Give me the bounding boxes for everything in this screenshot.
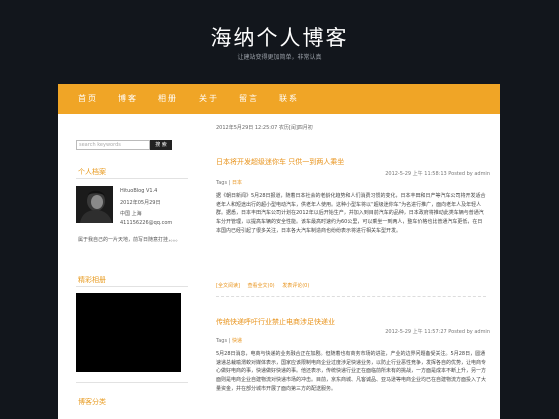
nav-item-guestbook[interactable]: 留言	[239, 84, 259, 114]
read-full-link[interactable]: [全文阅读]	[216, 283, 240, 289]
profile-location: 中国 上海	[120, 211, 142, 217]
tag-link[interactable]: 日本	[232, 180, 242, 186]
profile-blog-version: HituoBlog V1.4	[120, 188, 158, 194]
avatar	[76, 186, 113, 223]
profile-date: 2012年05月29日	[120, 200, 161, 206]
post-divider	[216, 296, 486, 297]
nav-item-blog[interactable]: 博客	[118, 84, 138, 114]
nav-item-album[interactable]: 相册	[158, 84, 178, 114]
post-title-link[interactable]: 传统快递呼吁行业禁止电商涉足快递业	[216, 317, 335, 327]
post-meta: 2012-5-29 上午 11:58:13 Posted by admin	[385, 171, 490, 177]
current-date-line: 2012年5月29日 12:25:07 农历[闰]四月初	[216, 125, 313, 131]
nav-item-contact[interactable]: 联系	[279, 84, 299, 114]
post-meta: 2012-5-29 上午 11:57:27 Posted by admin	[385, 329, 490, 335]
video-bottom-divider	[76, 382, 188, 383]
profile-photo-icon	[76, 186, 113, 223]
view-full-link[interactable]: 查看全文(0)	[248, 283, 275, 289]
post-title-link[interactable]: 日本将开发超级迷你车 只供一到两人乘坐	[216, 157, 344, 167]
categories-section-title: 博客分类	[78, 398, 106, 406]
post-excerpt: 5月28日消息，电商与快递的业务融合正在加剧。但随着也有商务市场的进驻，产业的边…	[216, 351, 486, 392]
search-input[interactable]: search keywords	[76, 140, 150, 150]
main-navigation: 首页 博客 相册 关于 留言 联系	[58, 84, 500, 114]
search-button[interactable]: 搜 索	[150, 140, 172, 150]
nav-item-about[interactable]: 关于	[199, 84, 219, 114]
profile-note: 属于我自己的一片天地，前写日随意打挂，。。。	[78, 237, 181, 243]
video-player[interactable]	[76, 293, 181, 372]
profile-section-title: 个人档案	[78, 168, 106, 176]
profile-divider	[76, 178, 188, 179]
video-section-title: 精彩相册	[78, 276, 106, 284]
tags-label: Tags |	[216, 180, 231, 186]
comment-link[interactable]: 发表评论(0)	[282, 283, 309, 289]
post-tags: Tags | 快递	[216, 337, 242, 344]
tags-label: Tags |	[216, 338, 231, 344]
site-tagline: 让建站变得更加简单，非常认真	[237, 54, 322, 61]
tag-link[interactable]: 快递	[232, 338, 242, 344]
post-tags: Tags | 日本	[216, 179, 242, 186]
post-actions: [全文阅读] 查看全文(0) 发表评论(0)	[216, 282, 315, 289]
profile-email: 411156226@qq.com	[120, 220, 173, 226]
nav-item-home[interactable]: 首页	[78, 84, 98, 114]
site-title: 海纳个人博客	[210, 26, 349, 50]
video-divider	[76, 286, 188, 287]
main-panel: search keywords 搜 索 个人档案 HituoBlog V1.4 …	[58, 114, 500, 419]
post-excerpt: 据《朝日新闻》5月28日报道，随着日本社会的老龄化趋势和人们消费习惯的变化，日本…	[216, 193, 486, 234]
